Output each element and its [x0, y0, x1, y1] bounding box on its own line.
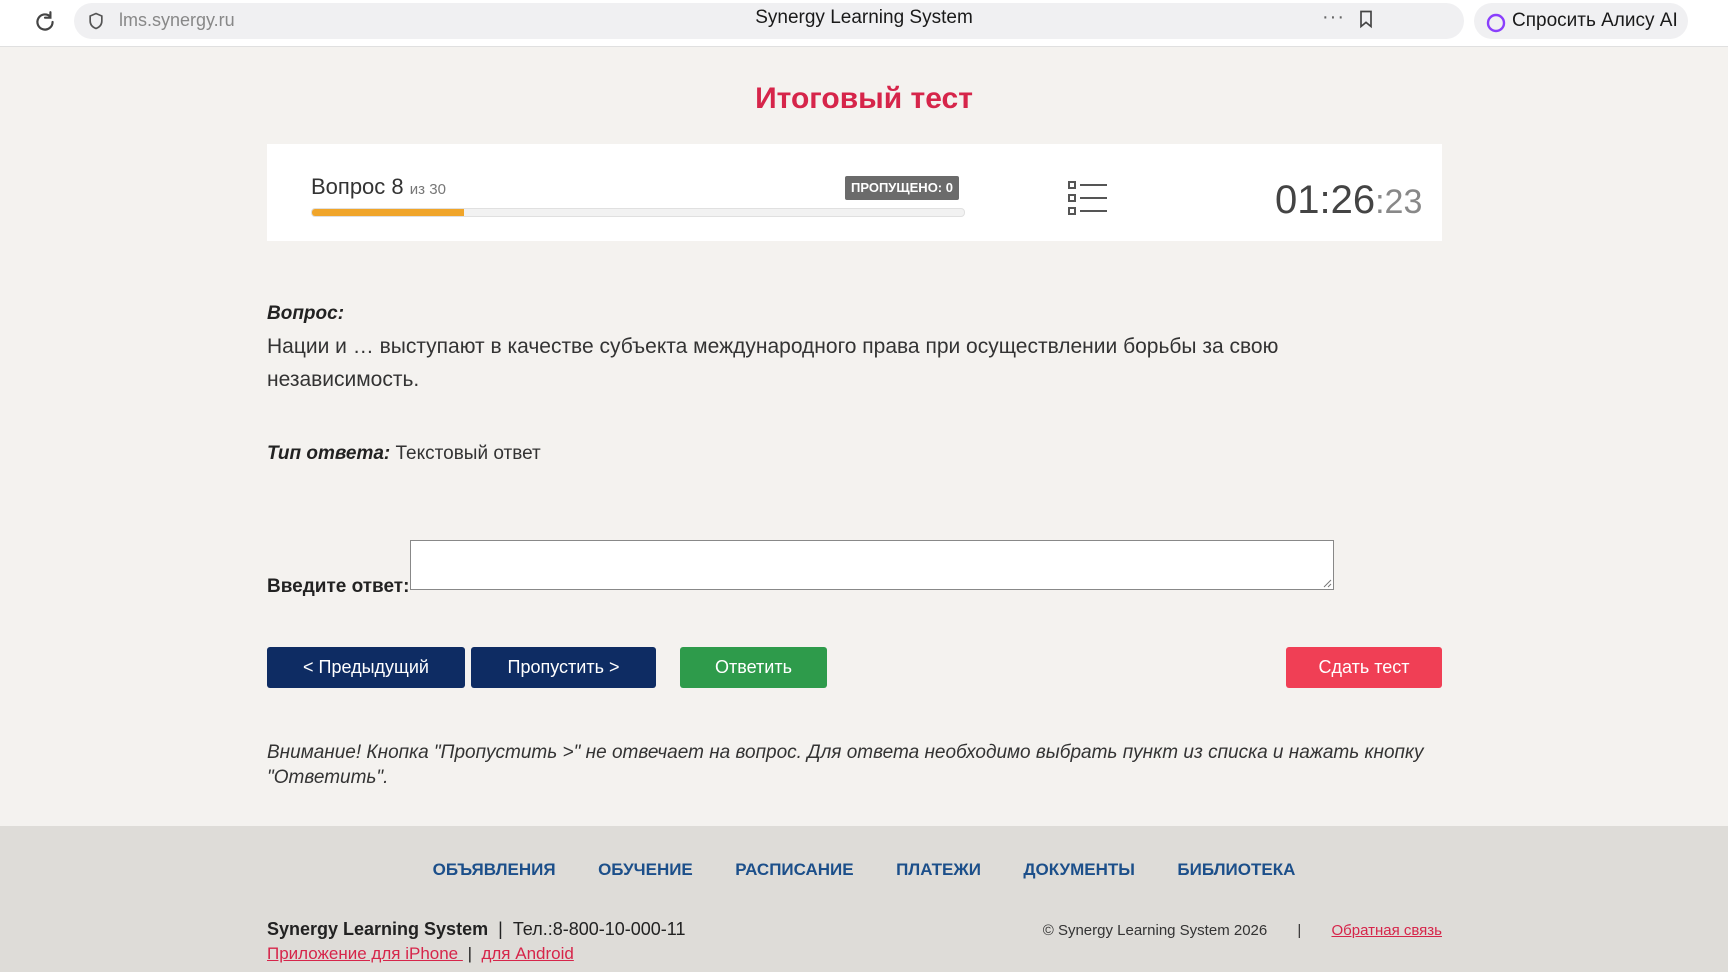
footer-apps-separator: | [462, 944, 477, 963]
footer-brand: Synergy Learning System | Тел.:8-800-10-… [267, 919, 685, 940]
timer-seconds: :23 [1375, 183, 1423, 221]
footer-link-announcements[interactable]: ОБЪЯВЛЕНИЯ [433, 860, 556, 880]
previous-button[interactable]: < Предыдущий [267, 647, 465, 688]
footer-link-payments[interactable]: ПЛАТЕЖИ [896, 860, 981, 880]
footer-brand-name: Synergy Learning System [267, 919, 489, 939]
footer-phone: Тел.:8-800-10-000-11 [512, 919, 686, 939]
answer-type: Тип ответа: Текстовый ответ [267, 443, 541, 465]
question-list-icon[interactable] [1068, 180, 1108, 216]
footer-link-learning[interactable]: ОБУЧЕНИЕ [598, 860, 693, 880]
copyright-separator: | [1297, 922, 1302, 939]
answer-type-label: Тип ответа: [267, 443, 391, 464]
answer-input[interactable] [410, 540, 1334, 590]
skip-button[interactable]: Пропустить > [471, 647, 656, 688]
question-word: Вопрос [311, 174, 386, 199]
footer: ОБЪЯВЛЕНИЯ ОБУЧЕНИЕ РАСПИСАНИЕ ПЛАТЕЖИ Д… [0, 826, 1728, 972]
progress-fill [312, 209, 464, 216]
resize-grip-icon[interactable] [1322, 578, 1332, 588]
ask-alice-button[interactable]: Спросить Алису AI [1474, 3, 1688, 39]
footer-separator: | [493, 919, 508, 939]
timer: 01:26:23 [1275, 178, 1422, 223]
footer-link-schedule[interactable]: РАСПИСАНИЕ [735, 860, 853, 880]
question-total: из 30 [409, 181, 446, 198]
question-heading: Вопрос: [267, 303, 345, 324]
page-title: Итоговый тест [755, 82, 973, 115]
more-options-icon[interactable]: ··· [1322, 6, 1345, 29]
footer-nav: ОБЪЯВЛЕНИЯ ОБУЧЕНИЕ РАСПИСАНИЕ ПЛАТЕЖИ Д… [0, 860, 1728, 880]
feedback-link[interactable]: Обратная связь [1331, 922, 1442, 939]
timer-main: 01:26 [1275, 178, 1376, 222]
progress-bar [311, 208, 965, 217]
footer-copyright-row: © Synergy Learning System 2026 | Обратна… [1043, 922, 1442, 939]
copyright-text: © Synergy Learning System 2026 [1042, 922, 1268, 939]
alice-icon [1486, 13, 1506, 33]
answer-type-value: Текстовый ответ [390, 443, 541, 464]
bookmark-icon[interactable] [1356, 8, 1376, 30]
browser-toolbar: lms.synergy.ru Synergy Learning System ·… [0, 0, 1728, 47]
answer-label: Введите ответ: [267, 576, 410, 597]
footer-link-library[interactable]: БИБЛИОТЕКА [1177, 860, 1295, 880]
skip-notice: Внимание! Кнопка "Пропустить >" не отвеч… [267, 742, 1424, 788]
browser-page-title: Synergy Learning System [755, 7, 973, 28]
footer-link-documents[interactable]: ДОКУМЕНТЫ [1023, 860, 1135, 880]
question-text: Нации и … выступают в качестве субъекта … [267, 335, 1279, 391]
answer-button[interactable]: Ответить [680, 647, 827, 688]
footer-apps: Приложение для iPhone | для Android [267, 944, 574, 964]
ask-alice-label: Спросить Алису AI [1512, 10, 1678, 31]
progress-card: Вопрос 8 из 30 ПРОПУЩЕНО: 0 01:26:23 [267, 144, 1442, 241]
skipped-badge: ПРОПУЩЕНО: 0 [845, 176, 959, 200]
submit-test-button[interactable]: Сдать тест [1286, 647, 1442, 688]
android-app-link[interactable]: для Android [481, 944, 573, 963]
question-number: 8 [391, 174, 404, 199]
iphone-app-link[interactable]: Приложение для iPhone [267, 944, 463, 963]
question-counter: Вопрос 8 из 30 [311, 174, 446, 200]
